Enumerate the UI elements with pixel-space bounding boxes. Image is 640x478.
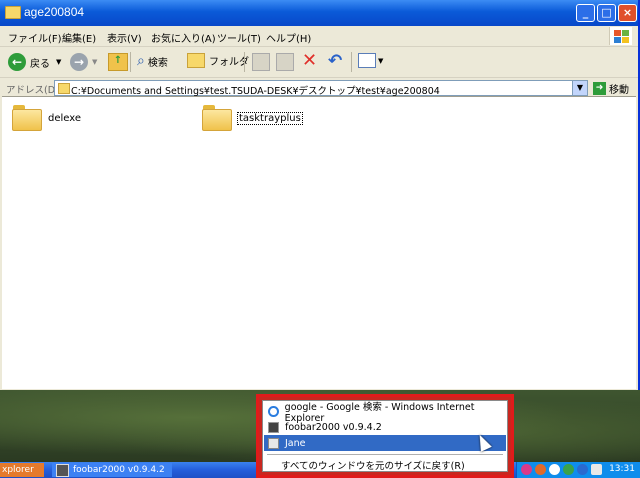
folders-button[interactable]: フォルダ (187, 53, 249, 68)
address-value: C:¥Documents and Settings¥test.TSUDA-DES… (71, 86, 440, 97)
menu-view[interactable]: 表示(V) (107, 30, 142, 45)
tray-app-icon[interactable] (549, 464, 560, 475)
back-button[interactable]: ← 戻る ▼ (8, 53, 61, 71)
tray-app-icon[interactable] (563, 464, 574, 475)
search-icon: ⌕ (137, 53, 145, 69)
folders-icon (187, 53, 205, 68)
address-dropdown-button[interactable]: ▼ (572, 81, 587, 95)
address-input[interactable]: C:¥Documents and Settings¥test.TSUDA-DES… (54, 80, 588, 97)
address-label: アドレス(D) (6, 85, 59, 96)
undo-icon: ↶ (328, 51, 343, 71)
back-label: 戻る (30, 58, 50, 70)
explorer-window: age200804 _ □ × ファイル(F) 編集(E) 表示(V) お気に入… (0, 0, 640, 390)
menu-tools[interactable]: ツール(T) (217, 30, 261, 45)
windows-logo-icon (609, 27, 632, 45)
minimize-button[interactable]: _ (576, 4, 595, 22)
go-arrow-icon: ➜ (593, 82, 606, 95)
folder-icon (12, 105, 42, 131)
ie-icon (268, 405, 279, 417)
taskbar-task-label: foobar2000 v0.9.4.2 (73, 465, 165, 475)
folder-item-delexe[interactable]: delexe (12, 105, 81, 131)
address-bar: アドレス(D) C:¥Documents and Settings¥test.T… (0, 78, 638, 98)
task-context-menu: google - Google 検索 - Windows Internet Ex… (262, 400, 508, 472)
menu-item-label: すべてのウィンドウを元のサイズに戻す(R) (281, 461, 465, 472)
up-folder-button[interactable]: ↑ (108, 53, 128, 71)
folder-name: delexe (48, 112, 82, 124)
toolbar: ← 戻る ▼ → ▼ ↑ ⌕ 検索 フォルダ ✕ ↶ ▼ (0, 47, 638, 78)
window-title: age200804 (24, 5, 85, 19)
jane-icon (268, 437, 279, 449)
file-list[interactable]: delexe tasktrayplus (2, 96, 636, 389)
foobar-icon (56, 463, 69, 477)
tray-app-icon[interactable] (521, 464, 532, 475)
tray-app-icon[interactable] (577, 464, 588, 475)
move-to-icon (252, 53, 270, 71)
close-button[interactable]: × (618, 4, 637, 22)
maximize-button[interactable]: □ (597, 4, 616, 22)
undo-button[interactable]: ↶ (328, 51, 343, 71)
go-button[interactable]: ➜ 移動 (593, 81, 629, 96)
menu-separator (267, 454, 503, 455)
copy-to-button[interactable] (276, 53, 294, 71)
title-bar[interactable]: age200804 _ □ × (0, 0, 638, 26)
folders-label: フォルダ (209, 57, 249, 68)
menu-item-foobar[interactable]: foobar2000 v0.9.4.2 (264, 419, 506, 435)
taskbar-clock: 13:31 (609, 464, 635, 474)
back-arrow-icon: ← (8, 53, 26, 71)
move-to-button[interactable] (252, 53, 270, 71)
folder-item-tasktrayplus[interactable]: tasktrayplus (202, 105, 303, 131)
folder-icon (5, 6, 21, 19)
menu-edit[interactable]: 編集(E) (62, 30, 96, 45)
search-label: 検索 (147, 57, 168, 69)
menu-file[interactable]: ファイル(F) (8, 30, 62, 45)
folder-name: tasktrayplus (237, 111, 303, 125)
folder-icon (202, 105, 232, 131)
views-icon (358, 53, 376, 68)
system-tray: 13:31 (516, 462, 640, 478)
go-label: 移動 (609, 85, 629, 96)
up-folder-icon: ↑ (108, 53, 128, 71)
menu-item-label: foobar2000 v0.9.4.2 (285, 421, 382, 433)
menu-item-ie[interactable]: google - Google 検索 - Windows Internet Ex… (264, 402, 506, 424)
delete-x-icon: ✕ (302, 50, 318, 71)
search-button[interactable]: ⌕ 検索 (137, 53, 168, 69)
taskbar-button-foobar[interactable]: foobar2000 v0.9.4.2 (52, 463, 172, 477)
menu-item-label: Jane (285, 437, 306, 449)
views-button[interactable]: ▼ (358, 53, 383, 68)
copy-to-icon (276, 53, 294, 71)
forward-button[interactable]: → ▼ (70, 53, 97, 71)
menu-item-jane[interactable]: Jane (264, 435, 506, 451)
menu-help[interactable]: ヘルプ(H) (266, 30, 311, 45)
menu-bar: ファイル(F) 編集(E) 表示(V) お気に入り(A) ツール(T) ヘルプ(… (0, 26, 638, 47)
folder-icon (58, 83, 70, 94)
menu-favorites[interactable]: お気に入り(A) (151, 30, 216, 45)
menu-item-restore-all[interactable]: すべてのウィンドウを元のサイズに戻す(R) (264, 457, 506, 473)
delete-button[interactable]: ✕ (302, 50, 318, 71)
tray-app-icon[interactable] (535, 464, 546, 475)
taskbar-button-explorer[interactable]: xplorer (0, 463, 44, 477)
forward-arrow-icon: → (70, 53, 88, 71)
tray-app-icon[interactable] (591, 464, 602, 475)
foobar-icon (268, 421, 279, 433)
